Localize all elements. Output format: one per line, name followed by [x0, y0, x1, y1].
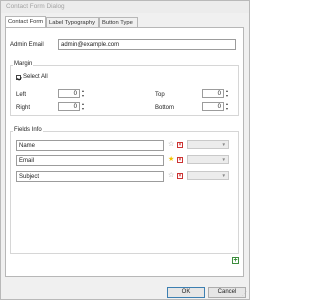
margin-bottom-stepper[interactable]: 0 ▲ ▼ — [202, 102, 230, 111]
select-all-label: Select All — [23, 74, 48, 80]
tab-button-type[interactable]: Button Type — [99, 17, 138, 27]
tab-contact-form[interactable]: Contact Form — [5, 16, 46, 27]
tab-label-typography[interactable]: Label Typography — [46, 17, 99, 27]
chevron-down-icon: ▼ — [221, 157, 226, 162]
admin-email-input[interactable]: admin@example.com — [58, 39, 236, 50]
chevron-up-icon[interactable]: ▲ — [225, 102, 229, 106]
star-icon[interactable]: ☆ — [168, 172, 174, 179]
field-email-input[interactable]: Email — [16, 155, 164, 166]
chevron-up-icon[interactable]: ▲ — [81, 102, 85, 106]
margin-right-label: Right — [16, 105, 31, 111]
admin-email-label: Admin Email — [10, 42, 44, 48]
margin-bottom-value[interactable]: 0 — [202, 102, 224, 111]
title-bar: Contact Form Dialog — [1, 1, 249, 13]
tab-panel: Admin Email admin@example.com Margin Sel… — [5, 27, 244, 277]
margin-group-title: Margin — [13, 61, 34, 67]
delete-icon[interactable]: × — [177, 142, 183, 148]
chevron-down-icon: ▼ — [221, 142, 226, 147]
margin-bottom-label: Bottom — [155, 105, 175, 111]
window-title: Contact Form Dialog — [6, 3, 65, 10]
dialog-window: Contact Form Dialog Contact Form Label T… — [0, 0, 250, 300]
select-all-checkbox[interactable] — [16, 75, 21, 80]
field-type-select[interactable]: ▼ — [187, 140, 229, 149]
chevron-down-icon[interactable]: ▼ — [225, 94, 229, 98]
field-type-select[interactable]: ▼ — [187, 171, 229, 180]
margin-top-value[interactable]: 0 — [202, 89, 224, 98]
margin-left-value[interactable]: 0 — [58, 89, 80, 98]
chevron-up-icon[interactable]: ▲ — [81, 89, 85, 93]
resize-grip-icon[interactable]: ⋰ — [242, 291, 247, 297]
fields-info-group-title: Fields Info — [13, 127, 43, 133]
margin-right-value[interactable]: 0 — [58, 102, 80, 111]
margin-top-label: Top — [155, 92, 165, 98]
chevron-down-icon[interactable]: ▼ — [81, 107, 85, 111]
cancel-button[interactable]: Cancel — [208, 287, 246, 298]
chevron-down-icon[interactable]: ▼ — [225, 107, 229, 111]
chevron-up-icon[interactable]: ▲ — [225, 89, 229, 93]
chevron-down-icon: ▼ — [221, 173, 226, 178]
margin-top-stepper[interactable]: 0 ▲ ▼ — [202, 89, 230, 98]
delete-icon[interactable]: × — [177, 157, 183, 163]
field-type-select[interactable]: ▼ — [187, 155, 229, 164]
chevron-down-icon[interactable]: ▼ — [81, 94, 85, 98]
margin-right-stepper[interactable]: 0 ▲ ▼ — [58, 102, 86, 111]
delete-icon[interactable]: × — [177, 173, 183, 179]
field-subject-input[interactable]: Subject — [16, 171, 164, 182]
add-icon[interactable]: + — [232, 257, 239, 264]
star-icon[interactable]: ★ — [168, 156, 174, 163]
field-name-input[interactable]: Name — [16, 140, 164, 151]
margin-left-label: Left — [16, 92, 27, 98]
margin-left-stepper[interactable]: 0 ▲ ▼ — [58, 89, 86, 98]
ok-button[interactable]: OK — [167, 287, 205, 298]
star-icon[interactable]: ☆ — [168, 141, 174, 148]
